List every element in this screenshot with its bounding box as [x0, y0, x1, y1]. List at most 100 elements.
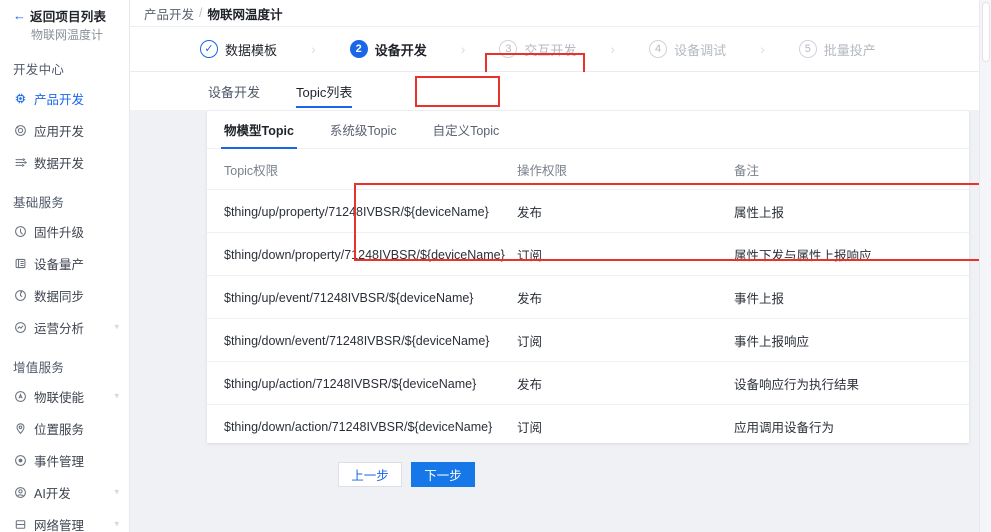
sidebar-item-位置服务[interactable]: 位置服务 [0, 412, 129, 444]
step-marker: ✓ [200, 40, 218, 58]
sidebar-section-title: 基础服务 [13, 196, 65, 210]
table-row: $thing/up/event/71248IVBSR/${deviceName}… [207, 275, 969, 319]
chevron-down-icon: ▾ [114, 518, 119, 529]
step-arrow-icon: › [760, 41, 765, 57]
table-row: $thing/down/action/71248IVBSR/${deviceNa… [207, 404, 969, 448]
breadcrumb: 产品开发 / 物联网温度计 [130, 0, 991, 27]
sidebar-item-设备量产[interactable]: 设备量产 [0, 247, 129, 279]
app-circle-icon [13, 123, 28, 138]
breadcrumb-separator: / [199, 6, 203, 20]
chevron-down-icon: ▾ [114, 390, 119, 401]
step-设备开发[interactable]: 2 设备开发 [349, 40, 427, 59]
page-subtabs: 设备开发 Topic列表 [130, 72, 991, 110]
sidebar: ← 返回项目列表 物联网温度计 开发中心 产品开发 应用开发 数据开发 基础服务 固件升级… [0, 0, 130, 532]
cell-topic: $thing/up/property/71248IVBSR/${deviceNa… [207, 189, 517, 233]
stepper-items: ✓ 数据模板 › 2 设备开发 › 3 交互开发 › 4 设备调试 › 5 批量投产 [200, 40, 876, 59]
sidebar-item-数据开发[interactable]: 数据开发 [0, 146, 129, 178]
back-to-project-list[interactable]: ← 返回项目列表 [0, 6, 129, 25]
table-row: $thing/down/event/71248IVBSR/${deviceNam… [207, 318, 969, 362]
step-label: 数据模板 [225, 42, 278, 58]
breadcrumb-current: 物联网温度计 [207, 7, 283, 22]
breadcrumb-parent[interactable]: 产品开发 [144, 4, 194, 23]
project-name: 物联网温度计 [31, 28, 104, 42]
column-header-remark: 备注 [734, 149, 969, 190]
sidebar-item-label: 数据开发 [34, 156, 85, 171]
sidebar-item-网络管理[interactable]: 网络管理 ▾ [0, 508, 129, 532]
sidebar-item-应用开发[interactable]: 应用开发 [0, 114, 129, 146]
cell-remark: 事件上报 [734, 275, 969, 319]
step-设备调试[interactable]: 4 设备调试 [649, 40, 726, 59]
sidebar-item-label: 网络管理 [34, 518, 85, 532]
back-label: 返回项目列表 [30, 10, 107, 24]
cell-topic: $thing/up/event/71248IVBSR/${deviceName} [207, 275, 517, 319]
sidebar-item-产品开发[interactable]: 产品开发 [0, 82, 129, 114]
step-arrow-icon: › [460, 41, 466, 57]
vertical-scrollbar[interactable] [979, 0, 991, 532]
topic-tab-物模型Topic[interactable]: 物模型Topic [221, 111, 297, 149]
table-body: $thing/up/property/71248IVBSR/${deviceNa… [207, 189, 969, 448]
step-数据模板[interactable]: ✓ 数据模板 [200, 40, 277, 59]
step-label: 设备开发 [374, 42, 427, 58]
step-批量投产[interactable]: 5 批量投产 [798, 40, 876, 59]
topic-category-tabs: 物模型Topic 系统级Topic 自定义Topic [207, 111, 969, 149]
subtab-设备开发[interactable]: 设备开发 [208, 72, 260, 110]
step-marker: 3 [499, 40, 518, 58]
event-icon [13, 453, 28, 468]
sidebar-item-label: 事件管理 [34, 454, 85, 469]
sidebar-item-label: AI开发 [34, 486, 71, 501]
sidebar-item-固件升级[interactable]: 固件升级 [0, 215, 129, 247]
chevron-down-icon: ▾ [114, 486, 119, 497]
table-header-row: Topic权限 操作权限 备注 [207, 149, 969, 190]
topic-tab-自定义Topic[interactable]: 自定义Topic [433, 111, 500, 149]
topic-table: Topic权限 操作权限 备注 $thing/up/property/71248… [207, 149, 969, 448]
topic-tab-系统级Topic[interactable]: 系统级Topic [330, 111, 397, 149]
sync-icon [13, 288, 28, 303]
cell-remark: 事件上报响应 [734, 318, 969, 362]
sidebar-item-数据同步[interactable]: 数据同步 [0, 279, 129, 311]
sidebar-header: ← 返回项目列表 物联网温度计 [0, 0, 129, 45]
scrollbar-thumb[interactable] [982, 2, 990, 62]
subtab-Topic列表[interactable]: Topic列表 [296, 72, 353, 110]
step-marker: 5 [798, 40, 817, 58]
column-header-topic: Topic权限 [207, 149, 517, 190]
sidebar-item-label: 设备量产 [34, 257, 85, 272]
next-step-button[interactable]: 下一步 [411, 462, 475, 487]
data-flow-icon [13, 155, 28, 170]
sidebar-item-事件管理[interactable]: 事件管理 [0, 444, 129, 476]
topic-list-card: 物模型Topic 系统级Topic 自定义Topic Topic权限 操作权限 备注… [207, 111, 991, 448]
table-row: $thing/up/action/71248IVBSR/${deviceName… [207, 361, 969, 405]
step-交互开发[interactable]: 3 交互开发 [499, 40, 576, 59]
sidebar-item-AI开发[interactable]: AI开发 ▾ [0, 476, 129, 508]
sidebar-item-label: 位置服务 [34, 422, 85, 437]
sidebar-item-label: 物联使能 [34, 390, 85, 405]
sidebar-item-物联使能[interactable]: 物联使能 ▾ [0, 380, 129, 412]
iot-enable-icon [13, 389, 28, 404]
sidebar-item-label: 固件升级 [34, 225, 85, 240]
sidebar-item-运营分析[interactable]: 运营分析 ▾ [0, 311, 129, 343]
sidebar-item-label: 数据同步 [34, 289, 85, 304]
main-area: 产品开发 / 物联网温度计 ✓ 数据模板 › 2 设备开发 › 3 交互开发 › 4 设备调试 › 5 批… [130, 0, 991, 532]
cell-permission: 订阅 [517, 404, 734, 448]
cell-permission: 发布 [517, 275, 734, 319]
prev-step-button[interactable]: 上一步 [338, 462, 402, 487]
cell-permission: 发布 [517, 361, 734, 405]
subtab-items: 设备开发 Topic列表 [208, 72, 388, 110]
table-row: $thing/up/property/71248IVBSR/${deviceNa… [207, 189, 969, 233]
app-root: ← 返回项目列表 物联网温度计 开发中心 产品开发 应用开发 数据开发 基础服务 固件升级… [0, 0, 991, 532]
cell-topic: $thing/down/property/71248IVBSR/${device… [207, 232, 517, 276]
step-arrow-icon: › [610, 41, 616, 57]
table-row: $thing/down/property/71248IVBSR/${device… [207, 232, 969, 276]
cell-remark: 应用调用设备行为 [734, 404, 969, 448]
wizard-stepper: ✓ 数据模板 › 2 设备开发 › 3 交互开发 › 4 设备调试 › 5 批量投产 [130, 27, 991, 91]
production-icon [13, 256, 28, 271]
ai-icon [13, 485, 28, 500]
wizard-footer-buttons: 上一步 下一步 [338, 462, 475, 487]
step-arrow-icon: › [311, 41, 316, 57]
location-pin-icon [13, 421, 28, 436]
cell-permission: 订阅 [517, 318, 734, 362]
step-label: 交互开发 [524, 42, 577, 58]
cell-remark: 属性上报 [734, 189, 969, 233]
sidebar-section-title: 增值服务 [13, 361, 65, 375]
cell-topic: $thing/down/action/71248IVBSR/${deviceNa… [207, 404, 517, 448]
cell-permission: 订阅 [517, 232, 734, 276]
